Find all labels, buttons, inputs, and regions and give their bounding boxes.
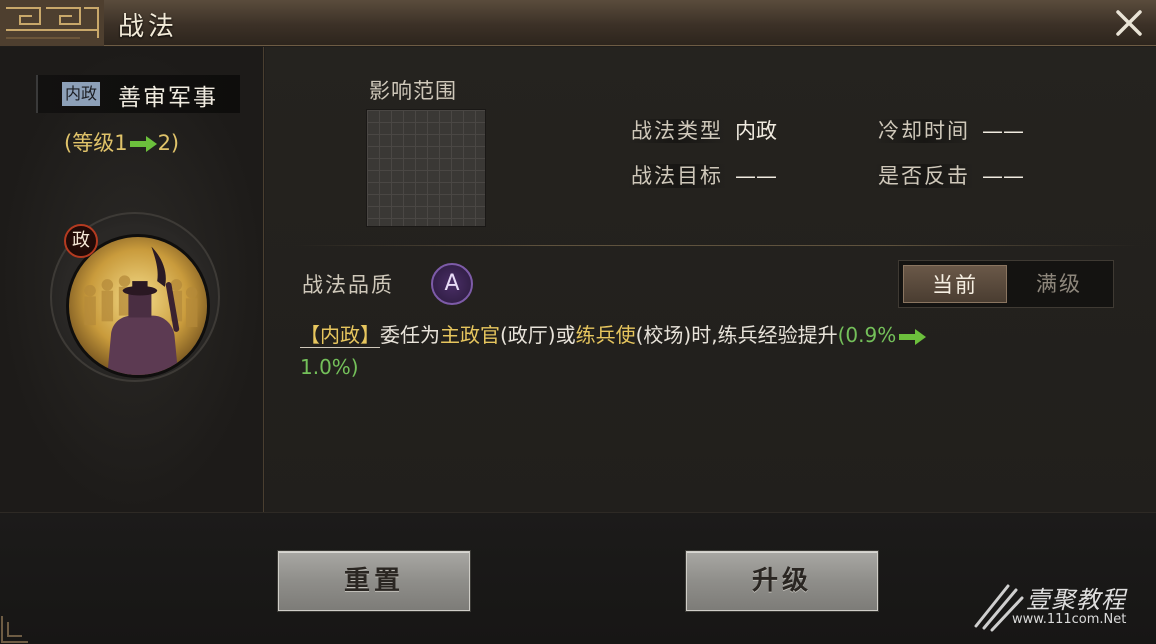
cooldown-label: 冷却时间 bbox=[874, 119, 974, 143]
description-highlight-2: 练兵使 bbox=[575, 323, 636, 347]
skill-target-label: 战法目标 bbox=[627, 164, 727, 188]
level-from: (等级1 bbox=[64, 131, 128, 155]
skill-level: (等级1 2) bbox=[64, 127, 179, 157]
corner-ornament-icon bbox=[1, 616, 28, 643]
tab-current[interactable]: 当前 bbox=[903, 265, 1007, 303]
skill-type-tag: 内政 bbox=[62, 82, 101, 106]
range-grid bbox=[366, 109, 486, 227]
title-bar: 战法 bbox=[0, 0, 1156, 46]
skill-portrait: 政 bbox=[50, 212, 220, 382]
skill-description: 【内政】委任为主政官(政厅)或练兵使(校场)时,练兵经验提升(0.9% 1.0%… bbox=[300, 319, 1130, 383]
upgrade-button-label: 升级 bbox=[751, 566, 812, 596]
close-icon[interactable] bbox=[1112, 6, 1146, 40]
arrow-right-icon bbox=[899, 328, 927, 345]
reset-button[interactable]: 重置 bbox=[278, 551, 470, 611]
range-label: 影响范围 bbox=[369, 79, 457, 103]
description-value-from: (0.9% bbox=[837, 323, 897, 347]
description-text-3: (校场)时,练兵经验提升 bbox=[635, 323, 838, 347]
description-tag: 【内政】 bbox=[300, 323, 380, 348]
section-divider bbox=[295, 245, 1140, 246]
tab-max-level[interactable]: 满级 bbox=[1007, 265, 1111, 303]
skill-type-label: 战法类型 bbox=[627, 119, 727, 143]
skill-name: 善审军事 bbox=[118, 85, 218, 111]
counter-row: 是否反击 —— bbox=[874, 160, 1024, 190]
quality-badge: A bbox=[431, 263, 473, 305]
counter-value: —— bbox=[982, 164, 1024, 188]
quality-label: 战法品质 bbox=[302, 273, 394, 297]
upgrade-button[interactable]: 升级 bbox=[686, 551, 878, 611]
skill-type-row: 战法类型 内政 bbox=[627, 115, 777, 145]
level-view-toggle: 当前 满级 bbox=[898, 260, 1114, 308]
cooldown-value: —— bbox=[982, 119, 1024, 143]
reset-button-label: 重置 bbox=[343, 566, 404, 596]
corner-ornament-icon bbox=[0, 0, 104, 46]
skill-summary-panel: 内政 善审军事 (等级1 2) 政 bbox=[0, 47, 264, 512]
watermark-text: 壹聚教程 bbox=[1026, 586, 1126, 614]
skill-type-value: 内政 bbox=[735, 119, 777, 143]
arrow-right-icon bbox=[129, 136, 157, 152]
skill-target-value: —— bbox=[735, 164, 777, 188]
dialog-title: 战法 bbox=[118, 12, 179, 42]
skill-target-row: 战法目标 —— bbox=[627, 160, 777, 190]
skill-name-box: 内政 善审军事 bbox=[36, 75, 240, 113]
watermark-url: www.111com.Net bbox=[1012, 612, 1127, 627]
skill-detail-panel: 影响范围 战法类型 内政 冷却时间 —— 战法目标 —— 是否反击 —— 战法品质 A … bbox=[265, 47, 1156, 512]
description-text-1: 委任为 bbox=[380, 323, 440, 347]
faction-badge: 政 bbox=[64, 224, 98, 258]
description-text-2: (政厅)或 bbox=[500, 323, 576, 347]
level-to: 2) bbox=[157, 131, 180, 155]
description-value-to: 1.0%) bbox=[300, 355, 359, 379]
cooldown-row: 冷却时间 —— bbox=[874, 115, 1024, 145]
action-bar: 重置 升级 壹聚教程 www.111com.Net bbox=[0, 512, 1156, 644]
description-highlight-1: 主政官 bbox=[440, 323, 500, 347]
skill-dialog: 战法 内政 善审军事 (等级1 2) 政 影响范围 战法类型 内政 冷却时间 —… bbox=[0, 0, 1156, 644]
watermark: 壹聚教程 www.111com.Net bbox=[968, 574, 1148, 638]
counter-label: 是否反击 bbox=[874, 164, 974, 188]
